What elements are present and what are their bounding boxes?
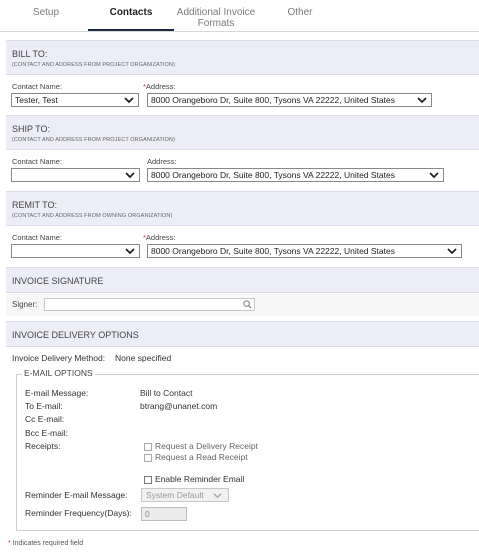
bill-to-address-label: *Address: bbox=[143, 82, 176, 91]
remit-to-address-label-text: Address: bbox=[145, 233, 176, 242]
chevron-down-icon bbox=[213, 493, 222, 499]
bill-to-address-value: 8000 Orangeboro Dr, Suite 800, Tysons VA… bbox=[151, 95, 395, 105]
invoice-delivery-title: INVOICE DELIVERY OPTIONS bbox=[12, 330, 139, 340]
invoice-signature-title: INVOICE SIGNATURE bbox=[12, 276, 104, 286]
bill-to-address-label-text: Address: bbox=[145, 82, 176, 91]
ship-to-address-label: Address: bbox=[147, 157, 177, 166]
required-field-text: Indicates required field bbox=[12, 540, 84, 547]
bill-to-title: BILL TO: bbox=[12, 49, 48, 59]
tab-additional-invoice-formats[interactable]: Additional Invoice Formats bbox=[170, 0, 262, 31]
bill-to-contact-label: Contact Name: bbox=[12, 82, 63, 91]
search-icon[interactable] bbox=[243, 300, 252, 309]
delivery-receipt-checkbox[interactable] bbox=[144, 443, 152, 451]
enable-reminder-label: Enable Reminder Email bbox=[155, 474, 245, 484]
delivery-method-label: Invoice Delivery Method: bbox=[12, 353, 106, 363]
remit-to-address-value: 8000 Orangeboro Dr, Suite 800, Tysons VA… bbox=[151, 246, 395, 256]
chevron-down-icon bbox=[125, 248, 135, 255]
read-receipt-label: Request a Read Receipt bbox=[155, 452, 248, 462]
reminder-frequency-value: 0 bbox=[145, 509, 150, 519]
remit-to-address-label: *Address: bbox=[143, 233, 176, 242]
email-options-legend: E-MAIL OPTIONS bbox=[22, 368, 95, 378]
reminder-frequency-label: Reminder Frequency(Days): bbox=[25, 508, 132, 518]
ship-to-contact-label: Contact Name: bbox=[12, 157, 63, 166]
bill-to-subtitle: (CONTACT AND ADDRESS FROM PROJECT ORGANI… bbox=[12, 62, 175, 68]
remit-to-contact-label: Contact Name: bbox=[12, 233, 63, 242]
chevron-down-icon bbox=[447, 248, 457, 255]
chevron-down-icon bbox=[125, 172, 135, 179]
tab-bar: Setup Contacts Additional Invoice Format… bbox=[0, 0, 479, 32]
tab-setup[interactable]: Setup bbox=[8, 0, 84, 31]
remit-to-header: REMIT TO: (CONTACT AND ADDRESS FROM OWNI… bbox=[6, 191, 479, 226]
remit-to-subtitle: (CONTACT AND ADDRESS FROM OWNING ORGANIZ… bbox=[12, 213, 173, 219]
reminder-message-value: System Default bbox=[146, 490, 204, 500]
delivery-receipt-label: Request a Delivery Receipt bbox=[155, 441, 258, 451]
ship-to-header: SHIP TO: (CONTACT AND ADDRESS FROM PROJE… bbox=[6, 115, 479, 150]
invoice-delivery-header: INVOICE DELIVERY OPTIONS bbox=[6, 321, 479, 347]
invoice-signature-header: INVOICE SIGNATURE bbox=[6, 267, 479, 293]
reminder-message-select[interactable]: System Default bbox=[141, 488, 229, 502]
to-email-label: To E-mail: bbox=[25, 401, 63, 411]
required-marker: * bbox=[8, 540, 11, 547]
ship-to-address-value: 8000 Orangeboro Dr, Suite 800, Tysons VA… bbox=[151, 170, 395, 180]
tab-other[interactable]: Other bbox=[262, 0, 338, 31]
ship-to-address-select[interactable]: 8000 Orangeboro Dr, Suite 800, Tysons VA… bbox=[147, 168, 444, 182]
bill-to-address-select[interactable]: 8000 Orangeboro Dr, Suite 800, Tysons VA… bbox=[147, 93, 432, 107]
ship-to-contact-select[interactable] bbox=[11, 168, 140, 182]
bill-to-contact-value: Tester, Test bbox=[15, 95, 58, 105]
signer-input[interactable] bbox=[44, 298, 255, 311]
remit-to-address-select[interactable]: 8000 Orangeboro Dr, Suite 800, Tysons VA… bbox=[147, 244, 462, 258]
tab-contacts[interactable]: Contacts bbox=[88, 0, 174, 31]
signer-label: Signer: bbox=[12, 300, 38, 309]
to-email-value: btrang@unanet.com bbox=[140, 401, 218, 411]
remit-to-title: REMIT TO: bbox=[12, 200, 58, 210]
receipts-label: Receipts: bbox=[25, 441, 61, 451]
bill-to-contact-select[interactable]: Tester, Test bbox=[11, 93, 139, 107]
email-message-label: E-mail Message: bbox=[25, 388, 89, 398]
cc-email-label: Cc E-mail: bbox=[25, 414, 65, 424]
bcc-email-label: Bcc E-mail: bbox=[25, 428, 68, 438]
email-message-value: Bill to Contact bbox=[140, 388, 193, 398]
delivery-method-value: None specified bbox=[115, 353, 172, 363]
chevron-down-icon bbox=[417, 97, 427, 104]
bill-to-header: BILL TO: (CONTACT AND ADDRESS FROM PROJE… bbox=[6, 40, 479, 75]
required-field-note: * Indicates required field bbox=[8, 540, 83, 547]
ship-to-title: SHIP TO: bbox=[12, 124, 51, 134]
chevron-down-icon bbox=[124, 97, 134, 104]
ship-to-subtitle: (CONTACT AND ADDRESS FROM PROJECT ORGANI… bbox=[12, 137, 175, 143]
enable-reminder-checkbox[interactable] bbox=[144, 476, 152, 484]
reminder-frequency-input[interactable]: 0 bbox=[141, 507, 187, 521]
reminder-message-label: Reminder E-mail Message: bbox=[25, 490, 128, 500]
chevron-down-icon bbox=[429, 172, 439, 179]
read-receipt-checkbox[interactable] bbox=[144, 454, 152, 462]
remit-to-contact-select[interactable] bbox=[11, 244, 140, 258]
